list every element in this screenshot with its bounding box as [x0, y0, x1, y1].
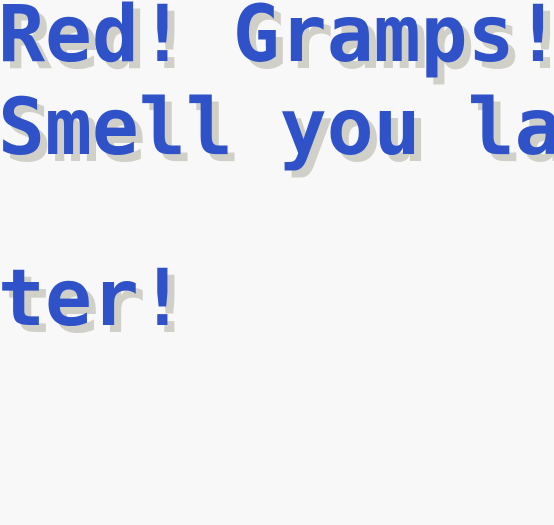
dialogue-line-3: ter!: [0, 254, 186, 344]
dialogue-line-2: Smell you la: [0, 83, 554, 173]
dialogue-line-1: Red! Gramps!: [0, 0, 554, 80]
